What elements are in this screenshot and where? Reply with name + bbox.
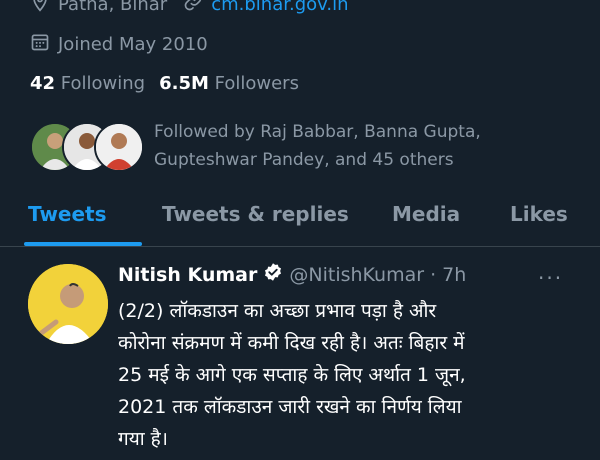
calendar-icon: [30, 32, 50, 57]
tab-likes[interactable]: Likes: [510, 202, 568, 226]
tab-tweets[interactable]: Tweets: [28, 202, 107, 226]
followers-count: 6.5M: [159, 73, 209, 94]
following-count: 42: [30, 73, 56, 94]
followers-label: Followers: [214, 73, 299, 94]
tweet-time[interactable]: 7h: [442, 264, 466, 286]
location-text: Patna, Bihar: [58, 0, 168, 15]
followers-link[interactable]: 6.5M Followers: [159, 73, 299, 94]
tweet-header: Nitish Kumar @NitishKumar · 7h: [118, 262, 466, 287]
follow-counts: 42 Following 6.5M Followers: [30, 73, 299, 94]
tweet-author-avatar[interactable]: [28, 264, 108, 344]
website-link[interactable]: cm.bihar.gov.in: [211, 0, 348, 15]
location-website-row: Patna, Bihar cm.bihar.gov.in: [30, 0, 349, 17]
tweet-author-name[interactable]: Nitish Kumar: [118, 264, 257, 286]
more-icon[interactable]: ···: [538, 266, 563, 290]
following-link[interactable]: 42 Following: [30, 73, 145, 94]
link-icon: [183, 0, 203, 17]
tweet-handle[interactable]: @NitishKumar: [289, 264, 424, 286]
location-icon: [30, 0, 50, 17]
verified-icon: [263, 262, 283, 287]
profile-tabs: Tweets Tweets & replies Media Likes: [0, 190, 600, 247]
active-tab-indicator: [24, 242, 142, 246]
followed-by-row[interactable]: Followed by Raj Babbar, Banna Gupta, Gup…: [30, 118, 584, 174]
avatar: [94, 122, 144, 172]
tweet-text: (2/2) लॉकडाउन का अच्छा प्रभाव पड़ा है और…: [118, 300, 466, 450]
joined-row: Joined May 2010: [30, 32, 208, 57]
following-label: Following: [60, 73, 146, 94]
followed-by-text: Followed by Raj Babbar, Banna Gupta, Gup…: [154, 122, 481, 170]
joined-text: Joined May 2010: [58, 34, 208, 55]
tweet-separator: ·: [430, 263, 437, 286]
tab-media[interactable]: Media: [392, 202, 460, 226]
tab-tweets-and-replies[interactable]: Tweets & replies: [162, 202, 349, 226]
followed-by-avatars: [30, 118, 144, 172]
